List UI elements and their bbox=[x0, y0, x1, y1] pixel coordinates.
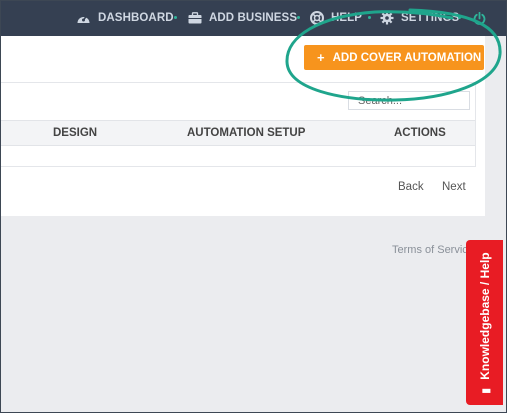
terms-of-service-link[interactable]: Terms of Servic bbox=[392, 244, 468, 256]
nav-separator bbox=[297, 16, 300, 19]
nav-dashboard[interactable]: DASHBOARD bbox=[76, 10, 174, 26]
nav-settings[interactable]: SETTINGS bbox=[380, 10, 459, 26]
column-header-actions[interactable]: ACTIONS bbox=[394, 127, 446, 139]
add-cover-automation-button[interactable]: + ADD COVER AUTOMATION bbox=[304, 45, 484, 70]
power-icon bbox=[473, 11, 486, 25]
lifebuoy-icon bbox=[310, 11, 324, 25]
logout-button[interactable] bbox=[473, 10, 493, 26]
column-header-design[interactable]: DESIGN bbox=[53, 127, 97, 139]
pagination-next[interactable]: Next bbox=[442, 181, 466, 193]
book-icon: ▮ bbox=[480, 387, 492, 394]
add-cover-automation-label: ADD COVER AUTOMATION bbox=[332, 51, 482, 64]
table-header: DESIGN AUTOMATION SETUP ACTIONS bbox=[0, 120, 475, 146]
knowledgebase-help-tab[interactable]: ▮ Knowledgebase / Help bbox=[466, 240, 503, 405]
nav-separator bbox=[458, 16, 461, 19]
search-input[interactable]: Search... bbox=[348, 91, 470, 110]
nav-separator bbox=[174, 16, 177, 19]
nav-add-business-label: ADD BUSINESS bbox=[209, 12, 298, 24]
plus-icon: + bbox=[317, 50, 325, 65]
nav-add-business[interactable]: ADD BUSINESS bbox=[188, 10, 297, 26]
nav-settings-label: SETTINGS bbox=[401, 12, 460, 24]
nav-help[interactable]: HELP bbox=[310, 10, 362, 26]
knowledgebase-help-label: Knowledgebase / Help bbox=[477, 251, 492, 380]
gear-icon bbox=[380, 11, 394, 25]
nav-dashboard-label: DASHBOARD bbox=[98, 12, 174, 24]
dashboard-icon bbox=[77, 15, 90, 23]
column-header-automation-setup[interactable]: AUTOMATION SETUP bbox=[187, 127, 305, 139]
nav-separator bbox=[368, 16, 371, 19]
top-navbar: DASHBOARD ADD BUSINESS HELP SETTINGS bbox=[0, 0, 507, 36]
pagination-back[interactable]: Back bbox=[398, 181, 424, 193]
nav-help-label: HELP bbox=[331, 12, 363, 24]
briefcase-icon bbox=[188, 12, 202, 24]
